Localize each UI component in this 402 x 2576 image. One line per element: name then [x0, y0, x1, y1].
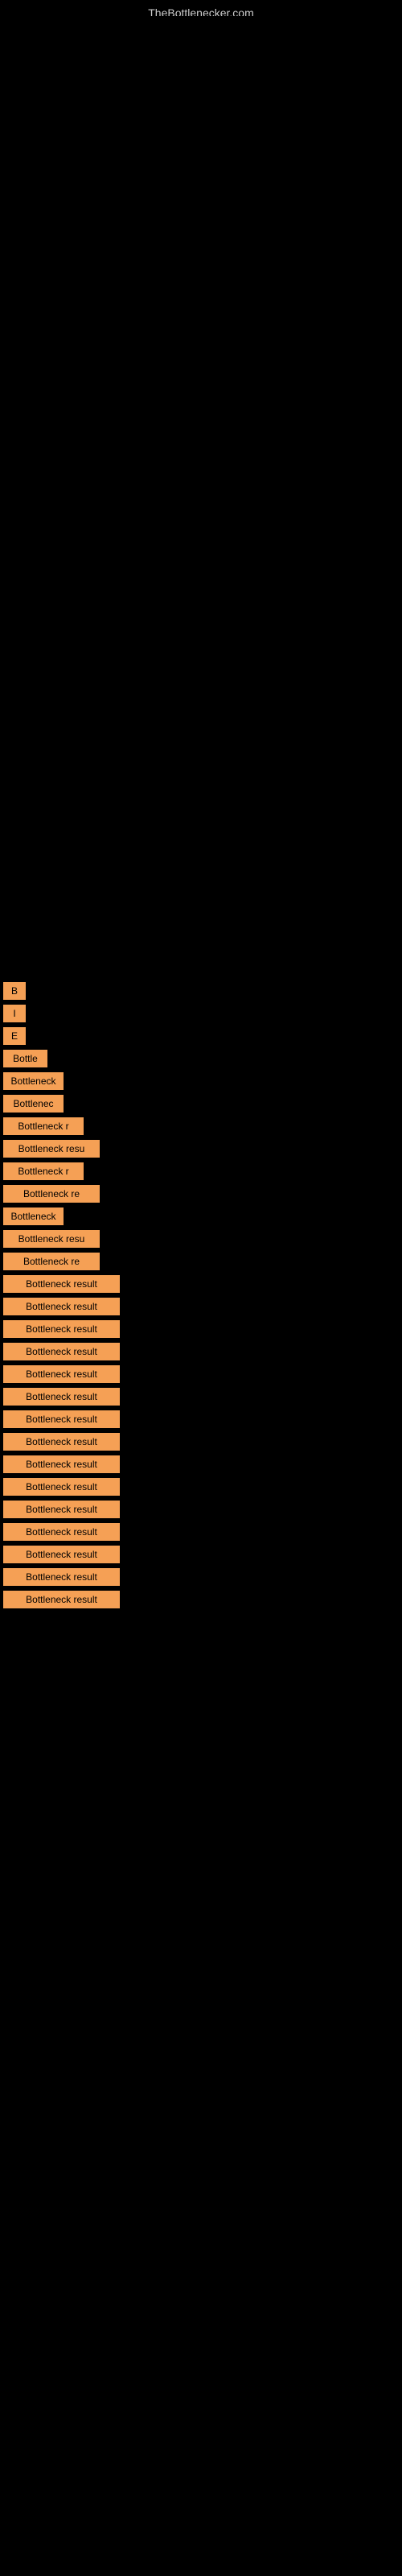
bottleneck-result-button-4[interactable]: Bottle	[3, 1050, 47, 1067]
button-row-10: Bottleneck re	[0, 1185, 402, 1203]
bottleneck-result-button-1[interactable]: B	[3, 982, 26, 1000]
bottleneck-result-button-7[interactable]: Bottleneck r	[3, 1117, 84, 1135]
bottleneck-result-button-16[interactable]: Bottleneck result	[3, 1320, 120, 1338]
bottleneck-result-button-10[interactable]: Bottleneck re	[3, 1185, 100, 1203]
button-row-17: Bottleneck result	[0, 1343, 402, 1360]
button-row-14: Bottleneck result	[0, 1275, 402, 1293]
bottleneck-result-button-5[interactable]: Bottleneck	[3, 1072, 64, 1090]
bottleneck-result-button-3[interactable]: E	[3, 1027, 26, 1045]
button-row-24: Bottleneck result	[0, 1501, 402, 1518]
bottleneck-result-button-21[interactable]: Bottleneck result	[3, 1433, 120, 1451]
bottleneck-result-button-11[interactable]: Bottleneck	[3, 1208, 64, 1225]
button-row-7: Bottleneck r	[0, 1117, 402, 1135]
button-row-6: Bottlenec	[0, 1095, 402, 1113]
bottleneck-result-button-15[interactable]: Bottleneck result	[3, 1298, 120, 1315]
bottleneck-result-button-20[interactable]: Bottleneck result	[3, 1410, 120, 1428]
bottleneck-result-button-9[interactable]: Bottleneck r	[3, 1162, 84, 1180]
button-row-26: Bottleneck result	[0, 1546, 402, 1563]
button-row-28: Bottleneck result	[0, 1591, 402, 1608]
bottleneck-result-button-28[interactable]: Bottleneck result	[3, 1591, 120, 1608]
button-row-25: Bottleneck result	[0, 1523, 402, 1541]
button-row-21: Bottleneck result	[0, 1433, 402, 1451]
chart-area	[0, 16, 402, 982]
bottleneck-result-button-14[interactable]: Bottleneck result	[3, 1275, 120, 1293]
button-row-9: Bottleneck r	[0, 1162, 402, 1180]
button-row-15: Bottleneck result	[0, 1298, 402, 1315]
button-row-13: Bottleneck re	[0, 1253, 402, 1270]
bottleneck-result-button-12[interactable]: Bottleneck resu	[3, 1230, 100, 1248]
bottleneck-result-button-17[interactable]: Bottleneck result	[3, 1343, 120, 1360]
button-row-5: Bottleneck	[0, 1072, 402, 1090]
bottleneck-result-button-24[interactable]: Bottleneck result	[3, 1501, 120, 1518]
button-row-27: Bottleneck result	[0, 1568, 402, 1586]
button-row-23: Bottleneck result	[0, 1478, 402, 1496]
buttons-area: BIE Bottle Bottleneck Bottlenec Bottleneck r…	[0, 982, 402, 1613]
bottleneck-result-button-8[interactable]: Bottleneck resu	[3, 1140, 100, 1158]
button-row-3: E	[0, 1027, 402, 1045]
button-row-8: Bottleneck resu	[0, 1140, 402, 1158]
bottleneck-result-button-6[interactable]: Bottlenec	[3, 1095, 64, 1113]
button-row-20: Bottleneck result	[0, 1410, 402, 1428]
bottleneck-result-button-23[interactable]: Bottleneck result	[3, 1478, 120, 1496]
bottleneck-result-button-22[interactable]: Bottleneck result	[3, 1455, 120, 1473]
bottleneck-result-button-25[interactable]: Bottleneck result	[3, 1523, 120, 1541]
button-row-11: Bottleneck	[0, 1208, 402, 1225]
button-row-1: B	[0, 982, 402, 1000]
bottleneck-result-button-26[interactable]: Bottleneck result	[3, 1546, 120, 1563]
button-row-18: Bottleneck result	[0, 1365, 402, 1383]
button-row-16: Bottleneck result	[0, 1320, 402, 1338]
bottleneck-result-button-2[interactable]: I	[3, 1005, 26, 1022]
button-row-22: Bottleneck result	[0, 1455, 402, 1473]
bottleneck-result-button-13[interactable]: Bottleneck re	[3, 1253, 100, 1270]
button-row-12: Bottleneck resu	[0, 1230, 402, 1248]
button-row-19: Bottleneck result	[0, 1388, 402, 1406]
bottleneck-result-button-18[interactable]: Bottleneck result	[3, 1365, 120, 1383]
button-row-4: Bottle	[0, 1050, 402, 1067]
button-row-2: I	[0, 1005, 402, 1022]
bottleneck-result-button-27[interactable]: Bottleneck result	[3, 1568, 120, 1586]
bottleneck-result-button-19[interactable]: Bottleneck result	[3, 1388, 120, 1406]
